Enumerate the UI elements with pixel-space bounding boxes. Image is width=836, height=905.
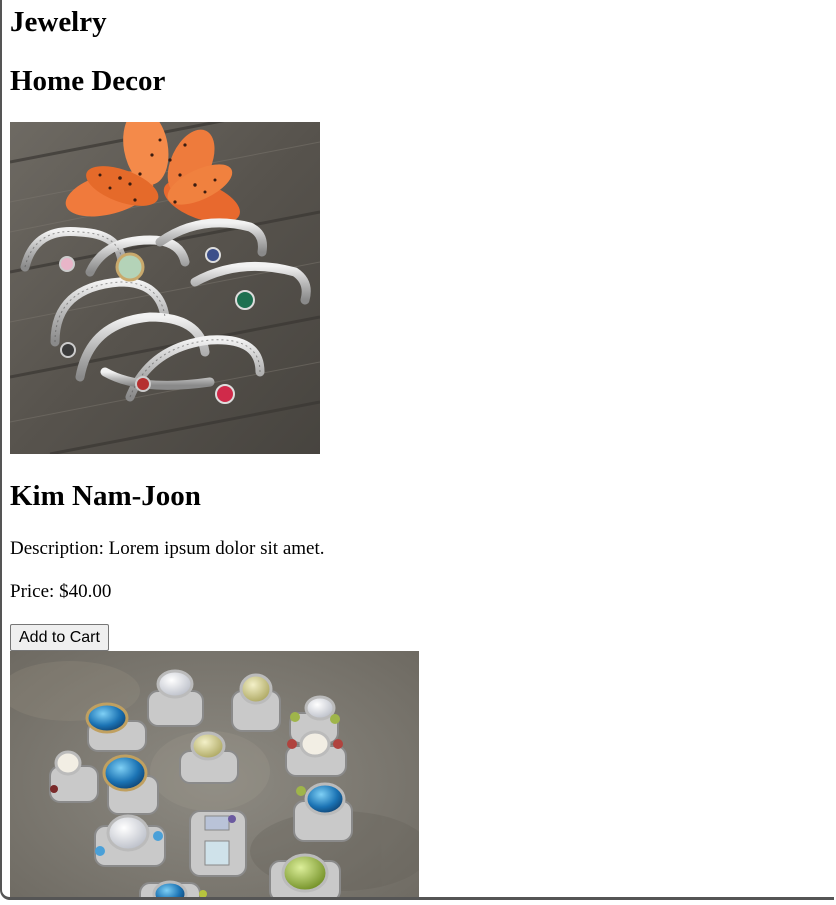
product-image-rings [10, 651, 419, 897]
product-name: Kim Nam-Joon [10, 480, 201, 512]
add-to-cart-button[interactable]: Add to Cart [10, 624, 109, 651]
category-heading-home-decor: Home Decor [10, 65, 166, 97]
product-image-bracelets [10, 122, 320, 454]
category-heading-jewelry: Jewelry [10, 6, 107, 38]
product-price: Price: $40.00 [10, 581, 112, 602]
browser-viewport: Jewelry Home Decor Kim Nam-Joon Descript… [0, 0, 834, 900]
product-description: Description: Lorem ipsum dolor sit amet. [10, 538, 325, 559]
